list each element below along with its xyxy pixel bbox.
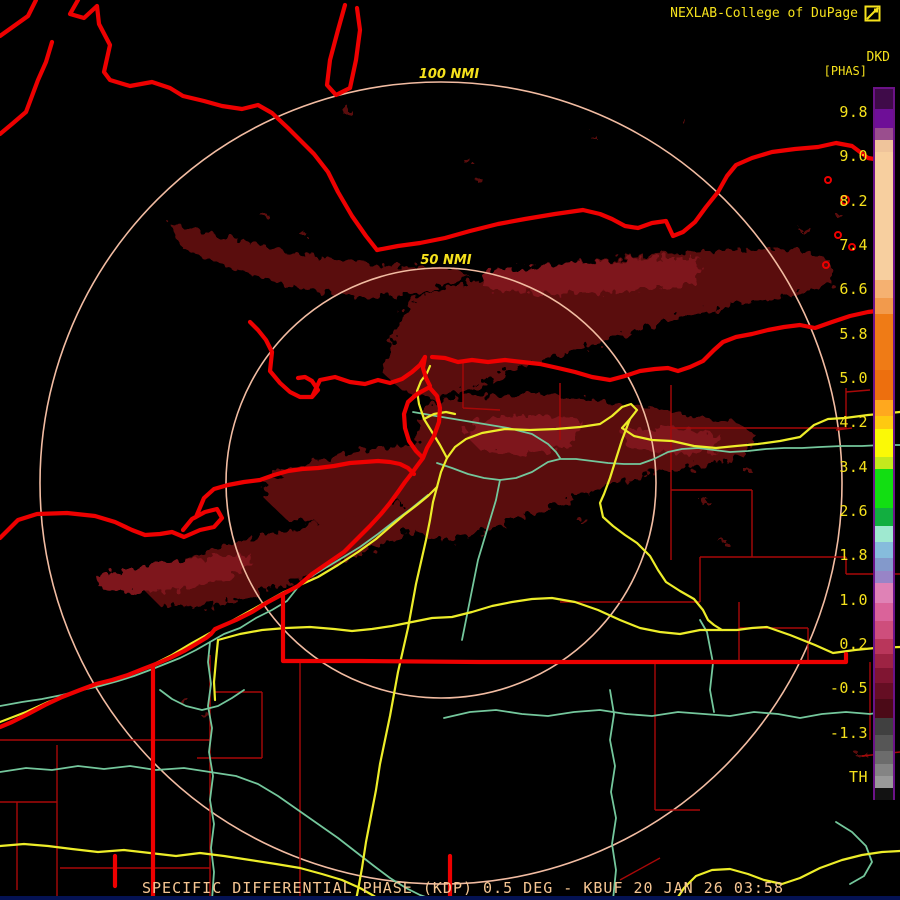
color-scale-segment xyxy=(875,603,893,621)
color-scale-tick: 1.8 xyxy=(839,546,868,565)
color-scale-segment xyxy=(875,571,893,583)
site-title: NEXLAB-College of DuPage xyxy=(670,6,858,21)
color-scale-segment xyxy=(875,683,893,699)
color-scale-segment xyxy=(875,583,893,603)
color-scale-segment xyxy=(875,788,893,800)
color-scale-tick: 9.8 xyxy=(839,103,868,121)
color-scale-segment xyxy=(875,152,893,280)
color-scale-segment xyxy=(875,621,893,639)
color-scale-bar xyxy=(873,87,895,800)
radar-map-canvas xyxy=(0,0,900,900)
color-scale-segment xyxy=(875,668,893,683)
color-scale-tick: 1.0 xyxy=(839,590,868,609)
color-scale-segment xyxy=(875,128,893,140)
color-scale-tick: 4.2 xyxy=(839,413,868,432)
color-scale-segment xyxy=(875,457,893,469)
color-scale-segment xyxy=(875,639,893,654)
color-scale-segment xyxy=(875,314,893,370)
color-scale-segment xyxy=(875,469,893,508)
color-scale-segment xyxy=(875,558,893,571)
color-scale-tick: TH xyxy=(848,767,868,786)
color-scale-tick: 5.8 xyxy=(839,324,868,343)
color-scale-segment xyxy=(875,416,893,429)
color-scale-segment xyxy=(875,280,893,298)
color-scale-segment xyxy=(875,699,893,718)
color-scale-segment xyxy=(875,298,893,314)
color-scale-tick: -0.5 xyxy=(829,679,868,698)
color-scale-segment xyxy=(875,429,893,457)
color-scale-segment xyxy=(875,542,893,558)
color-scale-tick: 7.4 xyxy=(839,235,868,254)
product-status-text: SPECIFIC DIFFERENTIAL PHASE (KDP) 0.5 DE… xyxy=(142,879,784,897)
color-scale-segment xyxy=(875,109,893,128)
color-scale-segment xyxy=(875,764,893,776)
cod-window-icon xyxy=(864,5,881,22)
color-scale-segment xyxy=(875,400,893,416)
range-ring-label-50nmi: 50 NMI xyxy=(420,253,472,268)
color-scale-tick: 9.0 xyxy=(839,147,868,166)
color-scale-segment xyxy=(875,508,893,526)
color-scale-tick: 8.2 xyxy=(839,191,868,210)
color-scale-segment xyxy=(875,654,893,668)
color-scale-segment xyxy=(875,89,893,109)
color-scale-tick: 5.0 xyxy=(839,368,868,387)
range-ring-label-100nmi: 100 NMI xyxy=(418,67,480,82)
color-scale-segment xyxy=(875,526,893,542)
color-scale-segment xyxy=(875,370,893,400)
color-scale-segment xyxy=(875,776,893,788)
color-scale-tick: 2.6 xyxy=(839,501,868,520)
color-scale-tick: 0.2 xyxy=(839,634,868,653)
color-scale-tick: -1.3 xyxy=(829,723,868,742)
radar-display: NEXLAB-College of DuPage DKD [PHAS] 100 … xyxy=(0,0,900,900)
color-scale-segment xyxy=(875,718,893,735)
color-scale-tick: 3.4 xyxy=(839,457,868,476)
color-scale-tick: 6.6 xyxy=(839,280,868,299)
product-units-label: [PHAS] xyxy=(823,64,867,78)
product-code-label: DKD xyxy=(866,50,890,65)
color-scale-segment xyxy=(875,735,893,751)
color-scale-segment xyxy=(875,751,893,764)
color-scale-segment xyxy=(875,140,893,152)
